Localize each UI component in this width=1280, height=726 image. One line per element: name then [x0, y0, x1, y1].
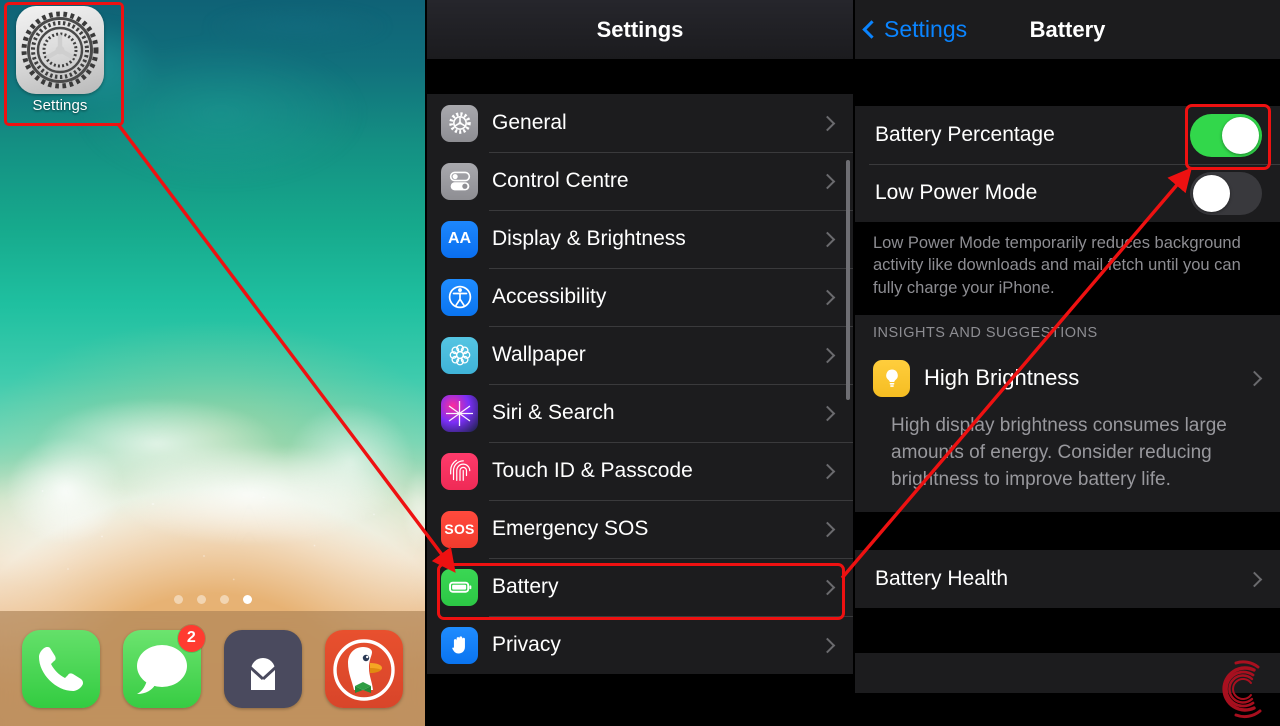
battery-top-gap — [855, 60, 1280, 106]
chevron-right-icon — [1246, 571, 1263, 587]
gear-icon — [441, 104, 478, 142]
dock-app-protonmail[interactable] — [224, 629, 303, 708]
row-label: Battery — [492, 575, 559, 598]
messages-badge: 2 — [177, 624, 205, 652]
settings-row-battery[interactable]: Battery — [427, 558, 853, 616]
settings-top-gap — [427, 60, 853, 94]
settings-row-emergency-sos[interactable]: SOS Emergency SOS — [427, 500, 853, 558]
back-button[interactable]: Settings — [862, 16, 968, 43]
battery-percentage-row[interactable]: Battery Percentage — [855, 106, 1280, 164]
settings-row-accessibility[interactable]: Accessibility — [427, 268, 853, 326]
chevron-right-icon — [819, 579, 836, 595]
row-label: High Brightness — [924, 365, 1080, 391]
sos-icon: SOS — [441, 510, 478, 548]
home-screen-panel: Settings 2 — [0, 0, 425, 726]
row-label: Touch ID & Passcode — [492, 459, 693, 482]
row-label: Privacy — [492, 633, 561, 656]
dock-app-duckduckgo[interactable] — [325, 629, 404, 708]
back-button-label: Settings — [884, 16, 968, 42]
chevron-right-icon — [819, 231, 836, 247]
dock: 2 — [0, 611, 425, 726]
lightbulb-icon — [873, 359, 910, 397]
battery-health-row[interactable]: Battery Health — [855, 550, 1280, 608]
settings-row-control-centre[interactable]: Control Centre — [427, 152, 853, 210]
screenshot-stage: Settings 2 Settings General Control Cent… — [0, 0, 1280, 726]
battery-mid-gap — [855, 512, 1280, 551]
page-dot[interactable] — [219, 595, 229, 604]
chevron-right-icon — [819, 521, 836, 537]
chevron-right-icon — [819, 115, 836, 131]
toggle-knob — [1222, 116, 1259, 154]
battery-percentage-toggle[interactable] — [1190, 113, 1262, 157]
page-title: Battery — [1029, 16, 1106, 42]
page-dot[interactable] — [196, 595, 206, 604]
c-logo-watermark — [1222, 660, 1262, 719]
row-label: Accessibility — [492, 285, 607, 308]
low-power-mode-toggle[interactable] — [1190, 171, 1262, 215]
insights-section-header: INSIGHTS AND SUGGESTIONS — [855, 315, 1280, 350]
chevron-right-icon — [819, 405, 836, 421]
settings-app-icon[interactable]: Settings — [12, 6, 108, 114]
row-label: Wallpaper — [492, 343, 586, 366]
toggle-knob — [1193, 174, 1230, 212]
page-dot-active[interactable] — [242, 595, 252, 604]
chevron-right-icon — [819, 173, 836, 189]
settings-row-touch-id-passcode[interactable]: Touch ID & Passcode — [427, 442, 853, 500]
chevron-right-icon — [819, 347, 836, 363]
dock-app-messages[interactable]: 2 — [122, 624, 205, 708]
row-label: Low Power Mode — [875, 181, 1038, 204]
duck-icon — [325, 629, 404, 708]
battery-icon — [441, 568, 478, 606]
page-indicator-dots[interactable] — [0, 595, 425, 604]
chevron-right-icon — [819, 463, 836, 479]
row-label: Emergency SOS — [492, 517, 649, 540]
gear-icon — [16, 6, 104, 94]
chevron-left-icon — [862, 20, 881, 39]
fingerprint-icon — [441, 452, 478, 490]
flower-icon — [441, 336, 478, 374]
siri-icon — [441, 394, 478, 432]
settings-group: General Control Centre AA Display & Brig… — [427, 94, 853, 674]
insight-row-high-brightness[interactable]: High Brightness — [855, 349, 1280, 407]
row-label: Siri & Search — [492, 401, 615, 424]
settings-row-general[interactable]: General — [427, 94, 853, 152]
accessibility-icon — [441, 278, 478, 316]
low-power-mode-footnote: Low Power Mode temporarily reduces backg… — [855, 222, 1280, 316]
settings-row-privacy[interactable]: Privacy — [427, 616, 853, 674]
aa-icon: AA — [441, 220, 478, 258]
battery-navbar: Settings Battery — [855, 0, 1280, 60]
wallpaper-speckles — [0, 464, 425, 596]
low-power-mode-row[interactable]: Low Power Mode — [855, 164, 1280, 222]
row-label: Display & Brightness — [492, 227, 686, 250]
battery-settings-panel: Settings Battery Battery Percentage Low … — [855, 0, 1280, 726]
page-title: Settings — [596, 16, 684, 42]
settings-list-panel: Settings General Control Centre AA Displ… — [427, 0, 853, 726]
battery-health-group: Battery Health — [855, 550, 1280, 609]
envelope-lock-icon — [224, 629, 303, 708]
chevron-right-icon — [1246, 370, 1263, 387]
row-label: Battery Percentage — [875, 123, 1055, 146]
battery-toggle-group: Battery Percentage Low Power Mode — [855, 106, 1280, 222]
settings-row-display-brightness[interactable]: AA Display & Brightness — [427, 210, 853, 268]
phone-icon — [21, 629, 100, 708]
settings-row-wallpaper[interactable]: Wallpaper — [427, 326, 853, 384]
row-label: Battery Health — [875, 567, 1009, 591]
hand-icon — [441, 626, 478, 664]
settings-navbar: Settings — [427, 0, 853, 60]
chevron-right-icon — [819, 289, 836, 305]
battery-bottom-gap — [855, 608, 1280, 654]
row-label: General — [492, 111, 567, 134]
insights-group: High Brightness High display brightness … — [855, 349, 1280, 513]
page-dot[interactable] — [173, 595, 183, 604]
settings-row-siri-search[interactable]: Siri & Search — [427, 384, 853, 442]
settings-scrollbar[interactable] — [846, 160, 850, 400]
chevron-right-icon — [819, 637, 836, 653]
row-label: Control Centre — [492, 169, 629, 192]
dock-app-phone[interactable] — [21, 629, 100, 708]
settings-app-label: Settings — [32, 97, 88, 114]
sliders-icon — [441, 162, 478, 200]
insight-description: High display brightness consumes large a… — [855, 407, 1280, 513]
